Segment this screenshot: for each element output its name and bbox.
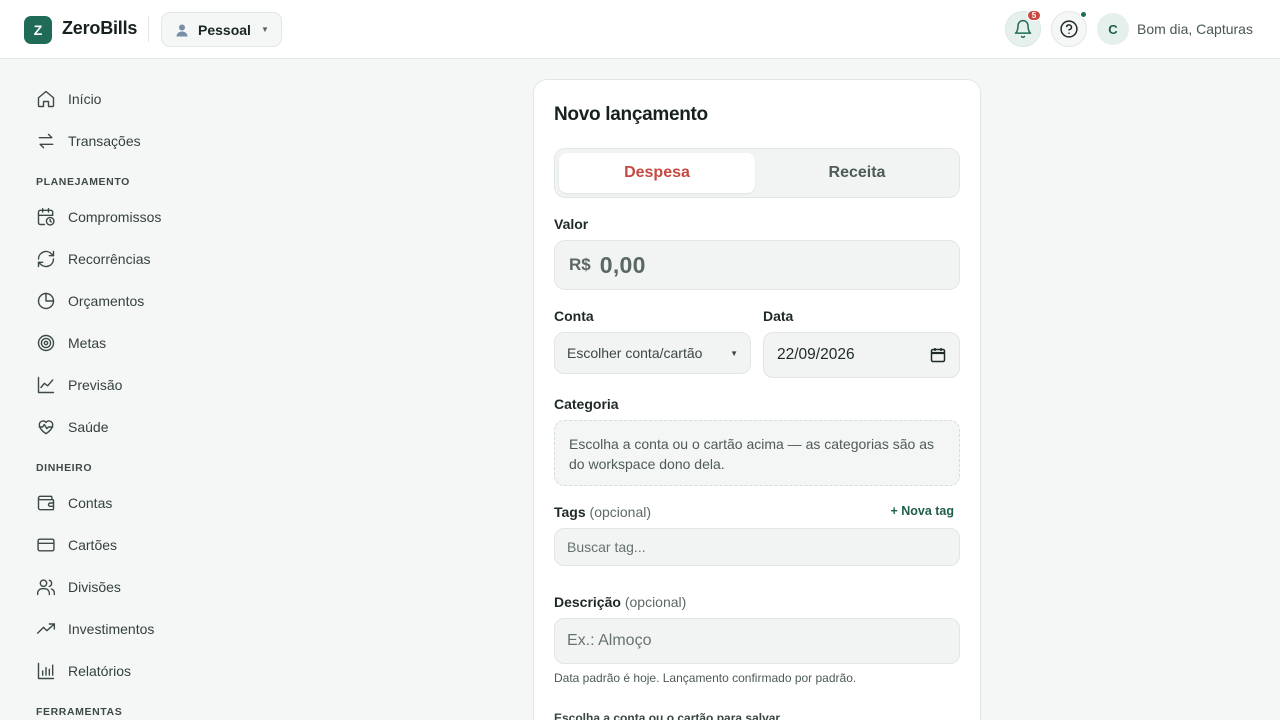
account-select-placeholder: Escolher conta/cartão [567, 345, 703, 361]
sidebar-item-label: Cartões [68, 537, 118, 553]
sidebar-item-relatorios[interactable]: Relatórios [36, 659, 131, 683]
chevron-down-icon: ▼ [730, 348, 738, 358]
heart-pulse-icon [38, 420, 54, 435]
top-bar: Z ZeroBills Pessoal ▼ 5 C Bom dia, Captu… [0, 0, 1280, 59]
tag-search-input[interactable]: Buscar tag... [554, 528, 960, 566]
help-button[interactable] [1051, 11, 1087, 47]
categoria-label: Categoria [554, 396, 619, 412]
users-icon [36, 579, 56, 596]
sidebar-item-label: Recorrências [68, 251, 151, 267]
section-label-dinheiro: DINHEIRO [36, 462, 93, 474]
refresh-icon [37, 250, 55, 268]
sidebar-item-transacoes[interactable]: Transações [36, 129, 141, 153]
line-chart-icon [37, 376, 55, 394]
descricao-label: Descrição (opcional) [554, 594, 686, 610]
workspace-label: Pessoal [198, 21, 251, 38]
sidebar-item-label: Metas [68, 335, 107, 351]
app-logo[interactable]: Z [24, 16, 52, 44]
chevron-down-icon: ▼ [260, 25, 269, 34]
sidebar-item-previsao[interactable]: Previsão [36, 373, 122, 397]
trending-up-icon [36, 623, 56, 634]
description-input[interactable]: Ex.: Almoço [554, 618, 960, 664]
sidebar-item-divisoes[interactable]: Divisões [36, 575, 121, 599]
page-title: Novo lançamento [554, 104, 708, 125]
sidebar-item-orcamentos[interactable]: Orçamentos [36, 289, 144, 313]
tags-optional: (opcional) [589, 504, 652, 520]
tags-label: Tags (opcional) [554, 504, 651, 520]
sidebar-item-label: Divisões [68, 579, 121, 595]
sidebar-item-metas[interactable]: Metas [36, 331, 106, 355]
sidebar-item-label: Orçamentos [68, 293, 145, 309]
entry-type-toggle: Despesa Receita [554, 148, 960, 198]
sidebar-item-label: Saúde [68, 419, 109, 435]
sidebar-item-saude[interactable]: Saúde [36, 415, 108, 439]
credit-card-icon [37, 538, 55, 552]
descricao-label-text: Descrição [554, 594, 621, 610]
sidebar-item-label: Previsão [68, 377, 123, 393]
date-value: 22/09/2026 [777, 346, 855, 363]
app-name[interactable]: ZeroBills [62, 18, 137, 39]
amount-field[interactable]: R$ 0,00 [554, 240, 960, 290]
save-hint: Escolha a conta ou o cartão para salvar. [554, 711, 783, 720]
target-icon [37, 334, 55, 352]
bell-icon [1014, 19, 1032, 39]
sidebar-item-inicio[interactable]: Início [36, 87, 101, 111]
arrows-exchange-icon [38, 133, 54, 149]
notification-count-badge: 5 [1027, 10, 1041, 21]
currency-symbol: R$ [569, 255, 591, 274]
date-field[interactable]: 22/09/2026 [763, 332, 960, 378]
tab-despesa[interactable]: Despesa [559, 153, 755, 193]
sidebar-item-label: Relatórios [68, 663, 132, 679]
form-hint: Data padrão é hoje. Lançamento confirmad… [554, 671, 857, 685]
descricao-optional: (opcional) [624, 594, 687, 610]
sidebar-item-label: Contas [68, 495, 113, 511]
greeting-text: Bom dia, Capturas [1137, 21, 1253, 37]
home-icon [37, 90, 55, 108]
category-placeholder-box: Escolha a conta ou o cartão acima — as c… [554, 420, 960, 486]
sidebar-item-cartoes[interactable]: Cartões [36, 533, 117, 557]
help-circle-icon [1060, 20, 1078, 38]
sidebar-item-investimentos[interactable]: Investimentos [36, 617, 154, 641]
sidebar-item-label: Início [68, 91, 102, 107]
user-icon [176, 24, 188, 36]
sidebar-item-label: Investimentos [68, 621, 155, 637]
notifications-button[interactable]: 5 [1005, 10, 1041, 47]
calendar-clock-icon [37, 207, 55, 226]
pie-chart-icon [37, 292, 55, 310]
calendar-icon[interactable] [930, 347, 946, 363]
tab-receita[interactable]: Receita [759, 153, 955, 193]
avatar[interactable]: C [1097, 13, 1129, 45]
valor-label: Valor [554, 216, 589, 232]
data-label: Data [763, 308, 794, 324]
bar-chart-icon [37, 662, 55, 680]
sidebar-item-contas[interactable]: Contas [36, 491, 112, 515]
wallet-icon [37, 495, 55, 511]
status-dot [1080, 11, 1087, 18]
new-tag-button[interactable]: + Nova tag [890, 504, 954, 518]
new-entry-card: Novo lançamento Despesa Receita Valor R$… [533, 79, 981, 720]
sidebar-item-label: Compromissos [68, 209, 162, 225]
workspace-switcher[interactable]: Pessoal ▼ [161, 12, 282, 47]
account-select[interactable]: Escolher conta/cartão ▼ [554, 332, 751, 374]
sidebar: Início Transações PLANEJAMENTO Compromis… [0, 60, 300, 720]
divider [148, 16, 149, 42]
tags-label-text: Tags [554, 504, 586, 520]
sidebar-item-recorrencias[interactable]: Recorrências [36, 247, 150, 271]
sidebar-item-compromissos[interactable]: Compromissos [36, 205, 161, 229]
section-label-planejamento: PLANEJAMENTO [36, 176, 130, 188]
conta-label: Conta [554, 308, 594, 324]
amount-placeholder: 0,00 [599, 251, 646, 278]
sidebar-item-label: Transações [68, 133, 141, 149]
section-label-ferramentas: FERRAMENTAS [36, 706, 123, 718]
